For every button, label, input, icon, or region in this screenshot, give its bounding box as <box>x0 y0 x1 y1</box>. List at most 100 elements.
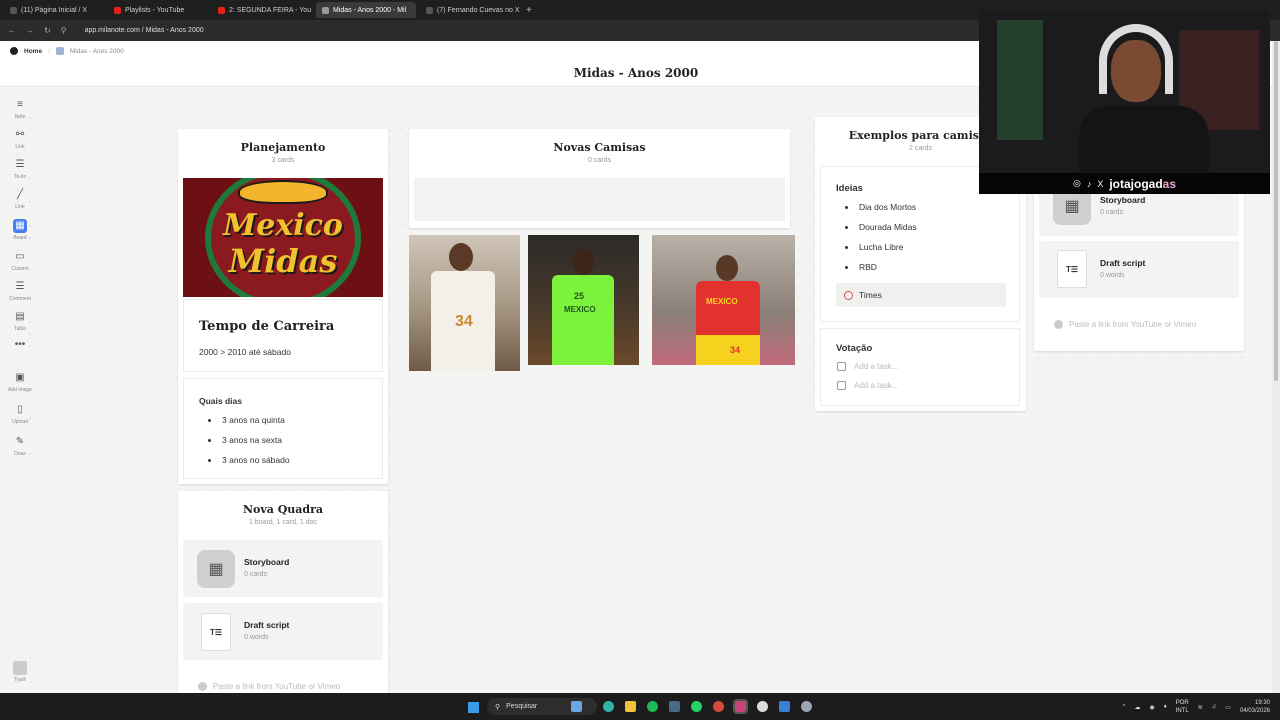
empty-drop-zone[interactable] <box>414 178 785 221</box>
whatsapp-icon[interactable] <box>691 701 702 712</box>
spotify-icon[interactable] <box>647 701 658 712</box>
checkbox-icon[interactable] <box>837 362 846 371</box>
page-scrollbar[interactable] <box>1272 41 1280 693</box>
volume-icon[interactable]: ♫ <box>1212 704 1217 710</box>
column-novas-camisas[interactable]: Novas Camisas 0 cards <box>409 129 790 228</box>
note-text: 2000 > 2010 até sábado <box>199 347 291 357</box>
chrome-icon[interactable] <box>713 701 724 712</box>
image-icon: ▣ <box>15 372 25 383</box>
tool-more[interactable]: ••• <box>6 338 34 354</box>
task-item[interactable]: Add a task... <box>837 381 898 390</box>
tool-column[interactable]: ▭ Column <box>6 250 34 272</box>
tool-table[interactable]: ▤ Table <box>6 310 34 332</box>
keyboard-language[interactable]: POR INTL <box>1176 699 1189 715</box>
note-quais-dias[interactable]: Quais dias 3 anos na quinta 3 anos na se… <box>183 378 383 479</box>
steam-app-icon[interactable] <box>757 701 768 712</box>
breadcrumb: Home / Midas - Anos 2000 <box>10 47 124 55</box>
tool-note[interactable]: ≡ Note <box>6 98 34 120</box>
windows-start-icon[interactable] <box>468 702 479 713</box>
column-planejamento[interactable]: Planejamento 3 cards Mexico Midas Tempo … <box>178 129 388 484</box>
breadcrumb-home[interactable]: Home <box>24 48 42 55</box>
checkbox-icon[interactable] <box>837 381 846 390</box>
battery-icon[interactable]: ▭ <box>1225 704 1231 711</box>
note-tempo-de-carreira[interactable]: Tempo de Carreira 2000 > 2010 até sábado <box>183 299 383 372</box>
steam-icon[interactable] <box>669 701 680 712</box>
webcam-overlay <box>979 10 1270 194</box>
system-clock[interactable]: 19:30 04/03/2026 <box>1240 699 1270 715</box>
new-tab-button[interactable]: + <box>526 5 532 16</box>
browser-tab-active[interactable]: Midas - Anos 2000 - Mil <box>316 2 416 18</box>
column-count: 0 cards <box>588 157 611 164</box>
social-handle-bar: ◎ ♪ X jotajogadas <box>979 173 1270 194</box>
trash-button[interactable]: Trash <box>6 661 34 683</box>
clock-icon <box>844 290 853 300</box>
network-icon[interactable]: ◉ <box>1149 704 1154 711</box>
scrollbar-thumb[interactable] <box>1274 41 1278 381</box>
note-icon: ≡ <box>17 99 23 110</box>
tool-link[interactable]: ⚯ Link <box>6 128 34 150</box>
column-nova-quadra[interactable]: Nova Quadra 1 board, 1 card, 1 doc ▦ Sto… <box>178 491 388 693</box>
list-item: 3 anos no sábado <box>220 455 290 465</box>
storyboard-board-card[interactable]: ▦ Storyboard 0 cards <box>183 540 383 597</box>
list-item: Dia dos Mortos <box>857 202 917 212</box>
widgets-icon[interactable] <box>571 701 582 712</box>
draft-script-doc-card[interactable]: T☰ Draft script 0 words <box>1039 241 1239 298</box>
mexico-midas-logo-image[interactable]: Mexico Midas <box>183 178 383 297</box>
doc-name: Draft script <box>244 620 290 630</box>
browser-tab[interactable]: Playlists - YouTube <box>108 2 208 18</box>
times-link-card[interactable]: Times <box>836 283 1006 307</box>
draft-script-doc-card[interactable]: T☰ Draft script 0 words <box>183 603 383 660</box>
tool-draw[interactable]: ✎ Draw <box>6 435 34 457</box>
list-item: RBD <box>857 262 917 272</box>
column-title: Planejamento <box>240 141 326 154</box>
board-count: 0 cards <box>244 571 267 578</box>
task-item[interactable]: Add a task... <box>837 362 898 371</box>
tiktok-icon: ♪ <box>1086 178 1092 189</box>
x-icon <box>10 6 17 14</box>
url-field[interactable]: app.milanote.com / Midas - Anos 2000 <box>85 27 204 34</box>
site-info-icon[interactable]: ⚲ <box>61 26 67 35</box>
app-icon[interactable] <box>779 701 790 712</box>
document-icon: T☰ <box>201 613 231 651</box>
list-item: 3 anos na sexta <box>220 435 290 445</box>
board-icon: ▦ <box>197 550 235 588</box>
obs-icon[interactable] <box>733 699 748 714</box>
tool-board[interactable]: ▦ Board <box>6 219 34 241</box>
video-link-input[interactable]: Paste a link from YouTube or Vimeo <box>198 682 340 691</box>
jersey-text: MEXICO <box>564 305 596 314</box>
tool-comment[interactable]: ☰ Comment <box>6 280 34 302</box>
wifi-icon[interactable]: ≋ <box>1198 704 1203 711</box>
logo-text-mexico: Mexico <box>223 208 343 243</box>
file-explorer-icon[interactable] <box>625 701 636 712</box>
streamer-face <box>1111 40 1161 102</box>
browser-tab[interactable]: (7) Fernando Cuevas no X <box>420 2 520 18</box>
forward-icon[interactable]: → <box>26 26 34 35</box>
breadcrumb-current[interactable]: Midas - Anos 2000 <box>70 48 124 55</box>
chevron-up-icon[interactable]: ^ <box>1123 704 1126 710</box>
back-icon[interactable]: ← <box>8 26 16 35</box>
video-link-input[interactable]: Paste a link from YouTube or Vimeo <box>1054 320 1196 329</box>
logo-text-midas: Midas <box>228 242 338 280</box>
todo-votacao[interactable]: Votação Add a task... Add a task... <box>820 328 1020 406</box>
jersey-photo-green[interactable]: 25 MEXICO <box>528 235 639 365</box>
doc-name: Draft script <box>1100 258 1146 268</box>
trash-icon <box>13 661 27 675</box>
jersey-photo-red[interactable]: MEXICO 34 <box>652 235 795 365</box>
reload-icon[interactable]: ↻ <box>44 26 51 35</box>
microphone-icon[interactable]: ♦ <box>1164 704 1167 710</box>
browser-tab[interactable]: (11) Página Inicial / X <box>4 2 104 18</box>
days-list: 3 anos na quinta 3 anos na sexta 3 anos … <box>204 415 290 475</box>
tool-todo[interactable]: ☰ To-do <box>6 158 34 180</box>
cloud-icon[interactable]: ☁ <box>1134 704 1140 711</box>
tool-upload[interactable]: ▯ Upload <box>6 403 34 425</box>
tool-line[interactable]: ╱ Line <box>6 188 34 210</box>
search-icon: ⚲ <box>495 703 501 711</box>
settings-icon[interactable] <box>801 701 812 712</box>
browser-tab[interactable]: 2: SEGUNDA FEIRA - You <box>212 2 312 18</box>
table-icon: ▤ <box>15 311 25 322</box>
tool-add-image[interactable]: ▣ Add image <box>6 371 34 393</box>
instagram-icon: ◎ <box>1072 178 1081 188</box>
edge-icon[interactable] <box>603 701 614 712</box>
jersey-photo-white[interactable]: 34 <box>409 235 520 371</box>
doc-word-count: 0 words <box>244 634 269 641</box>
